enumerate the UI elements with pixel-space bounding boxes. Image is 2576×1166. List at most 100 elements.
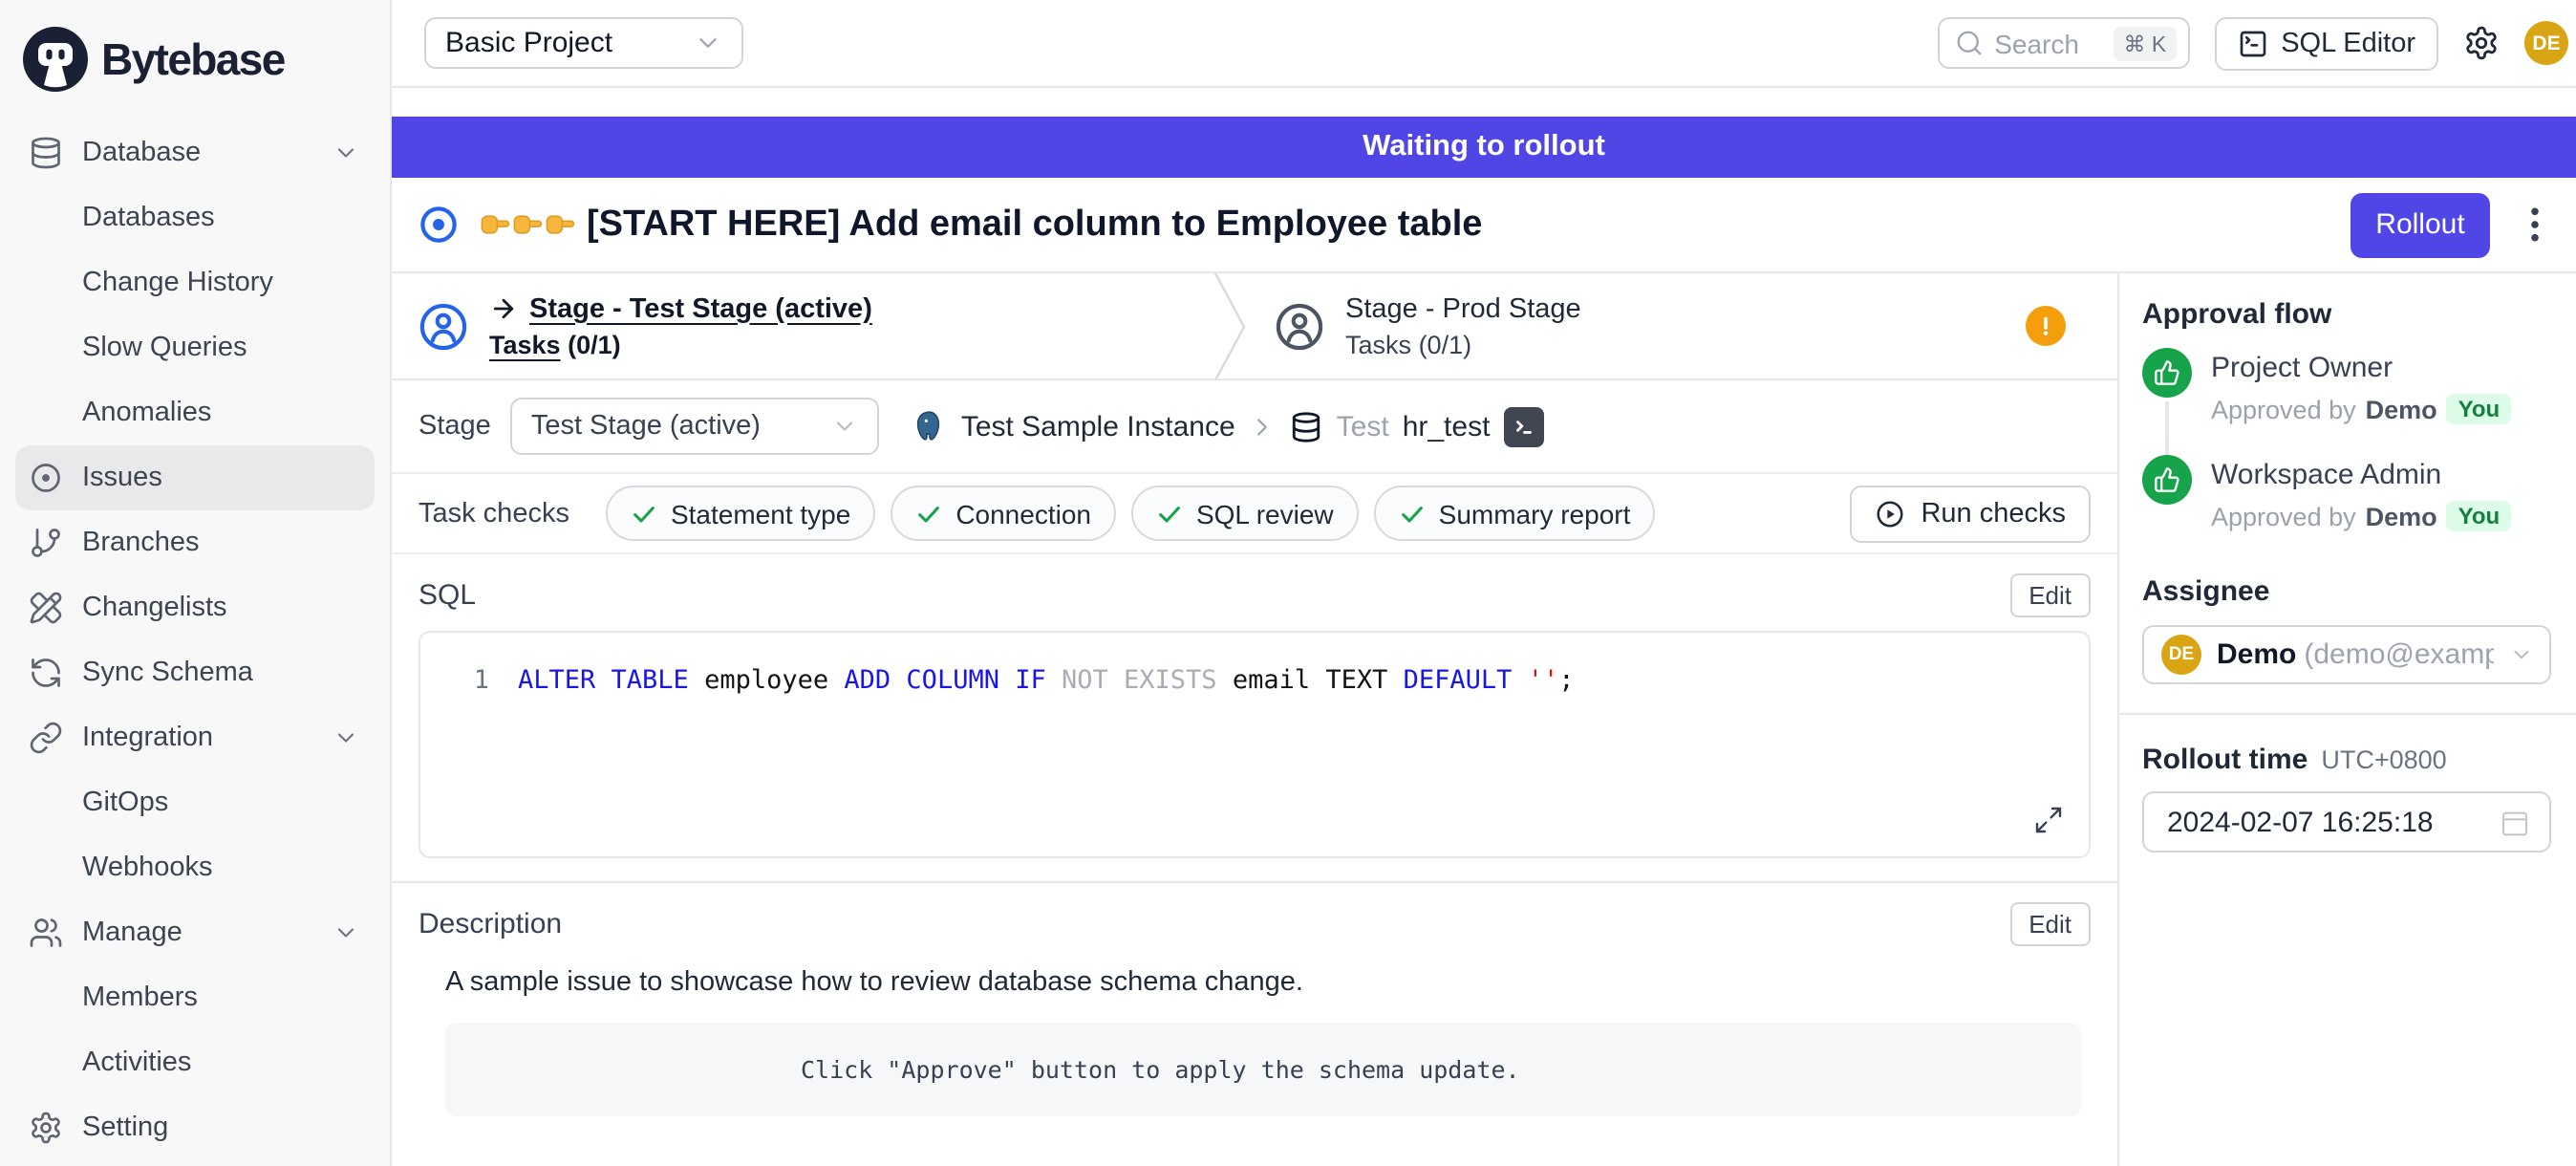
check-pill-summary-report[interactable]: Summary report [1374,486,1656,541]
description-heading: Description [419,908,562,940]
sidebar-item-gitops[interactable]: GitOps [15,770,375,835]
sidebar-item-webhooks[interactable]: Webhooks [15,835,375,900]
refresh-icon [29,656,63,690]
task-check-pills: Statement type Connection SQL review [606,486,1655,541]
description-section-header: Description Edit [392,883,2117,946]
approval-flow-heading: Approval flow [2142,298,2551,331]
timezone-label: UTC+0800 [2321,745,2446,774]
line-number: 1 [420,665,489,696]
approval-role: Workspace Admin [2211,455,2511,491]
you-badge: You [2447,394,2512,424]
stage-select-row: Stage Test Stage (active) Test Sample In… [392,380,2117,474]
sql-editor-view[interactable]: 1ALTER TABLE employee ADD COLUMN IF NOT … [419,631,2091,858]
stage-person-icon [419,301,468,351]
topbar: Basic Project Search ⌘ K SQL Editor DE [392,0,2576,88]
task-checks-label: Task checks [419,498,569,529]
rollout-time-input[interactable]: 2024-02-07 16:25:18 [2142,791,2551,853]
sidebar-item-anomalies[interactable]: Anomalies [15,380,375,445]
stage-separator [1213,273,1248,378]
sql-heading: SQL [419,579,476,612]
sidebar-item-change-history[interactable]: Change History [15,250,375,315]
sidebar-item-integration[interactable]: Integration [15,705,375,770]
sidebar-item-setting[interactable]: Setting [15,1095,375,1160]
sidebar-item-branches[interactable]: Branches [15,510,375,575]
thumbs-up-icon [2142,455,2192,505]
stage-tab-test[interactable]: Stage - Test Stage (active) Tasks (0/1) [392,273,1213,378]
sql-statement-line: 1ALTER TABLE employee ADD COLUMN IF NOT … [420,665,2089,696]
sql-section-header: SQL Edit [392,554,2117,617]
stage-text: Stage - Test Stage (active) Tasks (0/1) [489,293,872,358]
pencil-ruler-icon [29,591,63,625]
calendar-icon[interactable] [2500,807,2530,837]
stage-selector[interactable]: Test Stage (active) [510,398,879,455]
approval-status: Approved by Demo You [2211,394,2511,424]
description-code-note: Click "Approve" button to apply the sche… [445,1023,2081,1116]
link-icon [29,721,63,755]
description-edit-button[interactable]: Edit [2009,902,2091,946]
check-pill-statement-type[interactable]: Statement type [606,486,875,541]
search-shortcut-badge: ⌘ K [2114,26,2176,60]
chevron-down-icon [2509,642,2534,667]
sidebar-divider [2119,713,2576,715]
app-window: Bytebase Database Databases Change Histo… [0,0,2576,1166]
issue-title: [START HERE] Add email column to Employe… [587,204,1482,246]
arrow-right-icon [489,294,518,323]
instance-link[interactable]: Test Sample Instance [961,410,1235,443]
approver-name: Demo [2366,502,2437,530]
circle-dot-icon [29,461,63,495]
sidebar-item-slow-queries[interactable]: Slow Queries [15,315,375,380]
stage-text: Stage - Prod Stage Tasks (0/1) [1345,293,1581,358]
check-pill-connection[interactable]: Connection [891,486,1116,541]
approval-role: Project Owner [2211,348,2511,384]
sql-edit-button[interactable]: Edit [2009,573,2091,617]
description-text: A sample issue to showcase how to review… [445,967,2091,998]
sql-editor-button[interactable]: SQL Editor [2214,16,2438,70]
brand-name: Bytebase [101,33,285,85]
assignee-avatar: DE [2161,635,2201,675]
content-row: Stage - Test Stage (active) Tasks (0/1) [392,273,2576,1166]
topbar-actions: Search ⌘ K SQL Editor DE [1937,16,2568,70]
sidebar-item-activities[interactable]: Activities [15,1030,375,1095]
sidebar-item-databases[interactable]: Databases [15,185,375,250]
sidebar-item-manage[interactable]: Manage [15,900,375,965]
brand-logo[interactable]: Bytebase [15,21,375,97]
approval-step-workspace-admin: Workspace Admin Approved by Demo You [2142,455,2551,531]
sidebar-item-changelists[interactable]: Changelists [15,575,375,640]
sidebar: Bytebase Database Databases Change Histo… [0,0,392,1166]
issue-status-icon [419,205,459,245]
issue-detail: Stage - Test Stage (active) Tasks (0/1) [392,273,2117,1166]
open-sql-editor-icon[interactable] [1503,406,1543,446]
sidebar-item-issues[interactable]: Issues [15,445,375,510]
sidebar-nav: Database Databases Change History Slow Q… [15,120,375,1160]
project-selector[interactable]: Basic Project [424,17,743,69]
sidebar-item-members[interactable]: Members [15,965,375,1030]
attention-alert-icon [2026,306,2066,346]
run-checks-button[interactable]: Run checks [1850,485,2091,542]
sidebar-item-database[interactable]: Database [15,120,375,185]
environment-label: Test [1337,410,1389,443]
step-connector [2165,401,2169,461]
chevron-down-icon [333,724,359,751]
pointing-hand-emoji [480,212,575,237]
assignee-email: (demo@example [2304,638,2494,671]
assignee-name: Demo [2217,638,2296,671]
kebab-menu-icon[interactable] [2521,199,2549,250]
stage-person-icon [1275,301,1324,351]
issue-title-row: [START HERE] Add email column to Employe… [392,178,2576,273]
sidebar-item-sync-schema[interactable]: Sync Schema [15,640,375,705]
settings-gear-icon[interactable] [2463,25,2500,61]
database-link[interactable]: hr_test [1403,410,1491,443]
stage-tasks-link[interactable]: Tasks (0/1) [489,330,872,358]
search-icon [1954,29,1983,57]
user-avatar[interactable]: DE [2524,21,2568,65]
stage-tab-prod[interactable]: Stage - Prod Stage Tasks (0/1) [1248,273,2117,378]
expand-editor-icon[interactable] [2033,805,2064,835]
rollout-time-value: 2024-02-07 16:25:18 [2167,806,2434,838]
rollout-button[interactable]: Rollout [2351,192,2490,257]
search-input[interactable]: Search ⌘ K [1937,17,2189,69]
terminal-icon [2237,28,2267,58]
assignee-selector[interactable]: DE Demo (demo@example [2142,625,2551,684]
thumbs-up-icon [2142,348,2192,398]
check-pill-sql-review[interactable]: SQL review [1131,486,1359,541]
chevron-down-icon [333,919,359,946]
